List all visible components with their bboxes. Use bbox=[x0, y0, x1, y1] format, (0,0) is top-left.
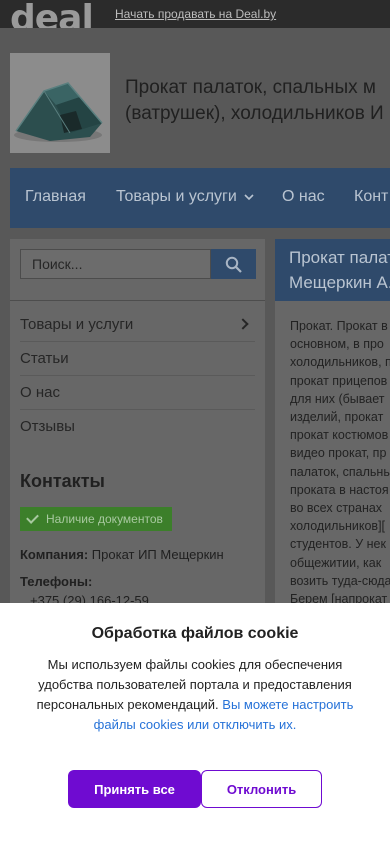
main-nav: Главная Товары и услуги О нас Конт bbox=[10, 168, 390, 228]
sidebar-item-label: Статьи bbox=[20, 350, 69, 367]
article-line: прокат прицепов bbox=[290, 373, 388, 388]
chevron-down-icon bbox=[244, 194, 254, 200]
article-line: общежитии, как bbox=[290, 555, 382, 570]
article-line: основном, в про bbox=[290, 337, 384, 352]
nav-item-products[interactable]: Товары и услуги bbox=[116, 188, 254, 206]
start-selling-link[interactable]: Начать продавать на Deal.by bbox=[115, 7, 276, 21]
cookie-consent-dialog: Обработка файлов cookie Мы используем фа… bbox=[0, 603, 390, 844]
nav-item-contacts[interactable]: Конт bbox=[354, 188, 388, 206]
shop-title-line2: (ватрушек), холодильников И bbox=[125, 103, 384, 124]
article-line: возить туда-сюда bbox=[290, 573, 390, 588]
nav-item-home[interactable]: Главная bbox=[25, 188, 86, 206]
sidebar-item-products[interactable]: Товары и услуги bbox=[20, 308, 255, 342]
nav-item-about[interactable]: О нас bbox=[282, 188, 325, 206]
cookie-title: Обработка файлов cookie bbox=[91, 625, 299, 642]
company-value: Прокат ИП Мещеркин bbox=[91, 547, 224, 562]
company-info: Компания: Прокат ИП Мещеркин bbox=[20, 547, 224, 562]
article-line: холодильников, п bbox=[290, 355, 390, 370]
phones-label: Телефоны: bbox=[20, 574, 92, 589]
nav-item-products-label: Товары и услуги bbox=[116, 188, 237, 205]
sidebar-item-articles[interactable]: Статьи bbox=[20, 342, 255, 376]
company-label: Компания: bbox=[20, 547, 89, 562]
accept-all-button[interactable]: Принять все bbox=[68, 770, 201, 808]
divider bbox=[10, 300, 265, 301]
shop-title[interactable]: Прокат палаток, спальных м (ватрушек), х… bbox=[125, 75, 384, 127]
sidebar-item-reviews[interactable]: Отзывы bbox=[20, 410, 255, 444]
cookie-message: Мы используем файлы cookies для обеспече… bbox=[20, 655, 370, 735]
sidebar-item-about[interactable]: О нас bbox=[20, 376, 255, 410]
documents-badge-label: Наличие документов bbox=[46, 512, 163, 526]
article-body: Прокат. Прокат в основном, в про холодил… bbox=[275, 301, 390, 641]
article-line: прокат костюмов bbox=[290, 428, 389, 443]
article-line: для них (бывает bbox=[290, 391, 385, 406]
chevron-right-icon bbox=[237, 318, 249, 330]
sidebar-item-label: О нас bbox=[20, 384, 60, 401]
article-heading: Прокат палат Мещеркин А. bbox=[275, 239, 390, 301]
article-line: студентов. У нек bbox=[290, 537, 386, 552]
check-icon bbox=[26, 511, 39, 524]
article-line: Прокат. Прокат в bbox=[290, 319, 388, 333]
sidebar-item-label: Отзывы bbox=[20, 418, 75, 435]
reject-button[interactable]: Отклонить bbox=[201, 770, 322, 808]
article-line: во всех странах bbox=[290, 501, 383, 516]
article-heading-line1: Прокат палат bbox=[289, 248, 390, 267]
search-button[interactable] bbox=[211, 249, 256, 279]
search-icon bbox=[225, 256, 242, 273]
article-heading-line2: Мещеркин А. bbox=[289, 273, 390, 292]
shop-header: Прокат палаток, спальных м (ватрушек), х… bbox=[0, 28, 390, 168]
phones-label-text: Телефоны: bbox=[20, 574, 93, 589]
documents-badge[interactable]: Наличие документов bbox=[20, 507, 172, 531]
shop-title-line1: Прокат палаток, спальных м bbox=[125, 77, 376, 98]
article-line: видео прокат, пр bbox=[290, 446, 387, 461]
article-line: изделий, прокат bbox=[290, 410, 384, 425]
article-line: холодильников][ bbox=[290, 519, 386, 534]
article-line: проката в настоя bbox=[290, 482, 389, 497]
top-bar: deal Начать продавать на Deal.by bbox=[0, 0, 390, 37]
article-line: палаток, спальнь bbox=[290, 464, 390, 479]
contacts-heading: Контакты bbox=[20, 471, 105, 491]
sidebar: Товары и услуги Статьи О нас Отзывы Конт… bbox=[10, 239, 265, 639]
search-input[interactable] bbox=[20, 249, 211, 279]
shop-logo-tent-image[interactable] bbox=[10, 53, 110, 153]
sidebar-item-label: Товары и услуги bbox=[20, 316, 134, 333]
